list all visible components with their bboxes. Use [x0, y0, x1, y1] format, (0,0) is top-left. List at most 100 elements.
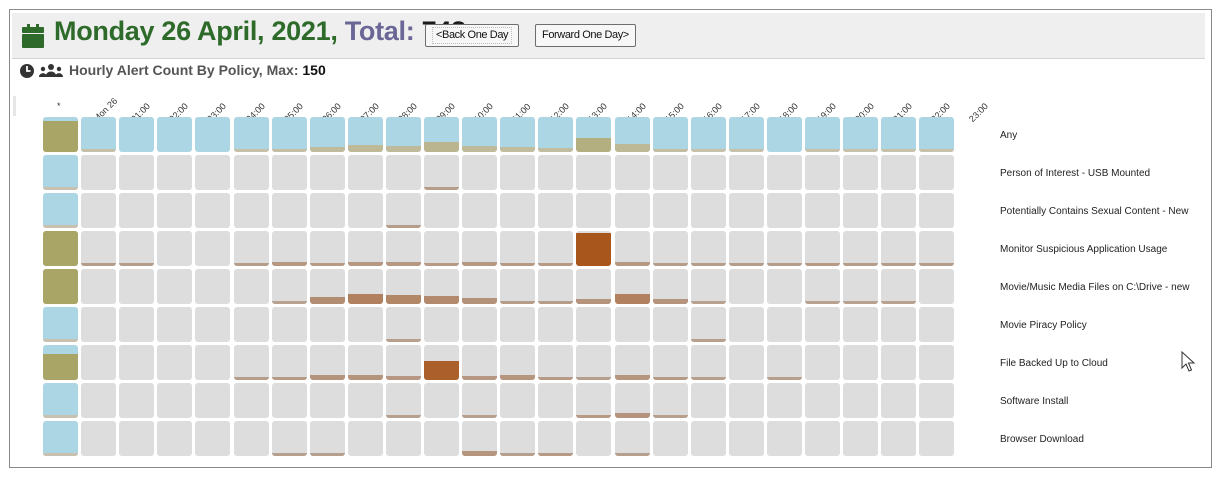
heatmap-cell[interactable] — [195, 345, 231, 380]
heatmap-cell[interactable] — [576, 155, 612, 190]
heatmap-cell[interactable] — [614, 269, 650, 304]
heatmap-cell[interactable] — [576, 383, 612, 418]
heatmap-cell[interactable] — [119, 193, 155, 228]
heatmap-cell[interactable] — [652, 383, 688, 418]
heatmap-cell[interactable] — [500, 421, 536, 456]
heatmap-cell[interactable] — [500, 345, 536, 380]
heatmap-cell[interactable] — [652, 193, 688, 228]
heatmap-cell[interactable] — [614, 193, 650, 228]
heatmap-cell[interactable] — [728, 155, 764, 190]
heatmap-cell[interactable] — [309, 421, 345, 456]
heatmap-cell[interactable] — [843, 269, 879, 304]
heatmap-cell[interactable] — [576, 269, 612, 304]
heatmap-cell[interactable] — [81, 345, 117, 380]
heatmap-cell[interactable] — [309, 117, 345, 152]
heatmap-cell[interactable] — [766, 269, 802, 304]
heatmap-cell[interactable] — [271, 307, 307, 342]
heatmap-cell[interactable] — [652, 155, 688, 190]
heatmap-cell[interactable] — [347, 193, 383, 228]
heatmap-cell[interactable] — [538, 383, 574, 418]
heatmap-cell[interactable] — [652, 421, 688, 456]
heatmap-cell[interactable] — [805, 193, 840, 228]
heatmap-cell[interactable] — [81, 383, 117, 418]
heatmap-cell[interactable] — [690, 383, 726, 418]
heatmap-cell[interactable] — [766, 421, 802, 456]
heatmap-cell[interactable] — [500, 117, 536, 152]
heatmap-cell[interactable] — [538, 231, 574, 266]
heatmap-cell[interactable] — [119, 421, 155, 456]
heatmap-cell[interactable] — [424, 307, 459, 342]
heatmap-cell[interactable] — [805, 155, 840, 190]
heatmap-cell[interactable] — [462, 193, 498, 228]
heatmap-cell[interactable] — [614, 345, 650, 380]
heatmap-cell[interactable] — [500, 155, 536, 190]
heatmap-cell[interactable] — [728, 307, 764, 342]
heatmap-cell[interactable] — [881, 117, 917, 152]
heatmap-cell[interactable] — [385, 383, 421, 418]
heatmap-cell[interactable] — [843, 307, 879, 342]
heatmap-cell[interactable] — [881, 155, 917, 190]
heatmap-cell[interactable] — [81, 421, 117, 456]
heatmap-cell[interactable] — [881, 383, 917, 418]
heatmap-cell[interactable] — [500, 269, 536, 304]
heatmap-cell[interactable] — [233, 193, 269, 228]
heatmap-cell[interactable] — [347, 155, 383, 190]
heatmap-cell[interactable] — [347, 421, 383, 456]
heatmap-cell[interactable] — [309, 307, 345, 342]
heatmap-cell[interactable] — [385, 345, 421, 380]
summary-cell[interactable] — [43, 345, 78, 380]
heatmap-cell[interactable] — [233, 345, 269, 380]
heatmap-cell[interactable] — [233, 307, 269, 342]
heatmap-cell[interactable] — [576, 193, 612, 228]
heatmap-cell[interactable] — [805, 117, 840, 152]
heatmap-cell[interactable] — [233, 269, 269, 304]
heatmap-cell[interactable] — [614, 383, 650, 418]
heatmap-cell[interactable] — [766, 231, 802, 266]
heatmap-cell[interactable] — [690, 117, 726, 152]
heatmap-cell[interactable] — [576, 345, 612, 380]
heatmap-cell[interactable] — [119, 117, 155, 152]
heatmap-cell[interactable] — [919, 269, 955, 304]
heatmap-cell[interactable] — [233, 231, 269, 266]
heatmap-cell[interactable] — [614, 231, 650, 266]
heatmap-cell[interactable] — [233, 155, 269, 190]
heatmap-cell[interactable] — [385, 231, 421, 266]
heatmap-cell[interactable] — [805, 345, 840, 380]
heatmap-cell[interactable] — [500, 383, 536, 418]
heatmap-cell[interactable] — [424, 383, 459, 418]
heatmap-cell[interactable] — [233, 421, 269, 456]
heatmap-cell[interactable] — [500, 307, 536, 342]
heatmap-cell[interactable] — [843, 231, 879, 266]
heatmap-cell[interactable] — [919, 231, 955, 266]
heatmap-cell[interactable] — [195, 269, 231, 304]
heatmap-cell[interactable] — [766, 383, 802, 418]
heatmap-cell[interactable] — [652, 345, 688, 380]
heatmap-cell[interactable] — [766, 117, 802, 152]
heatmap-cell[interactable] — [347, 231, 383, 266]
heatmap-cell[interactable] — [538, 345, 574, 380]
heatmap-cell[interactable] — [271, 269, 307, 304]
heatmap-cell[interactable] — [119, 383, 155, 418]
heatmap-cell[interactable] — [881, 345, 917, 380]
heatmap-cell[interactable] — [195, 193, 231, 228]
heatmap-cell[interactable] — [614, 307, 650, 342]
heatmap-cell[interactable] — [385, 193, 421, 228]
heatmap-cell[interactable] — [462, 155, 498, 190]
heatmap-cell[interactable] — [805, 421, 840, 456]
heatmap-cell[interactable] — [652, 117, 688, 152]
heatmap-cell[interactable] — [538, 269, 574, 304]
heatmap-cell[interactable] — [309, 231, 345, 266]
back-one-day-button[interactable]: <Back One Day — [425, 24, 520, 47]
heatmap-cell[interactable] — [157, 421, 193, 456]
heatmap-cell[interactable] — [919, 155, 955, 190]
heatmap-cell[interactable] — [843, 117, 879, 152]
heatmap-cell[interactable] — [424, 231, 459, 266]
heatmap-cell[interactable] — [728, 231, 764, 266]
heatmap-cell[interactable] — [119, 307, 155, 342]
heatmap-cell[interactable] — [766, 193, 802, 228]
heatmap-cell[interactable] — [195, 383, 231, 418]
heatmap-cell[interactable] — [843, 383, 879, 418]
heatmap-cell[interactable] — [385, 421, 421, 456]
heatmap-cell[interactable] — [690, 269, 726, 304]
heatmap-cell[interactable] — [462, 383, 498, 418]
